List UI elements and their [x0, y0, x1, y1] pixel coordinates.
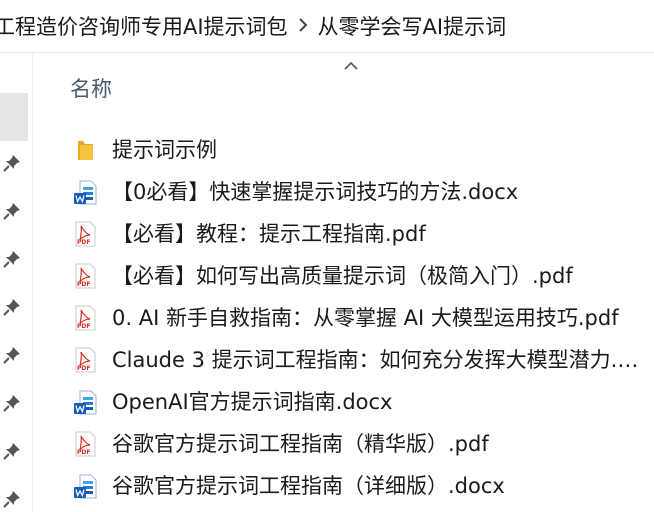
file-name: 谷歌官方提示词工程指南（精华版）.pdf: [112, 432, 489, 456]
pin-icon[interactable]: [3, 490, 21, 508]
svg-text:PDF: PDF: [77, 449, 90, 456]
list-item[interactable]: PDF 0. AI 新手自救指南：从零掌握 AI 大模型运用技巧.pdf: [33, 297, 654, 339]
breadcrumb-item-package[interactable]: 工程造价咨询师专用AI提示词包: [0, 11, 292, 41]
pdf-file-icon: PDF: [71, 220, 99, 248]
file-name: Claude 3 提示词工程指南：如何充分发挥大模型潜力.pdf: [112, 348, 640, 372]
pin-icon[interactable]: [3, 394, 21, 412]
list-item[interactable]: PDF 【必看】教程：提示工程指南.pdf: [33, 213, 654, 255]
folder-icon: [71, 136, 99, 164]
breadcrumb-item-current-folder[interactable]: 从零学会写AI提示词: [314, 11, 511, 41]
file-name: 【必看】如何写出高质量提示词（极简入门）.pdf: [112, 264, 573, 288]
word-doc-icon: [71, 178, 99, 206]
list-item[interactable]: PDF 【必看】如何写出高质量提示词（极简入门）.pdf: [33, 255, 654, 297]
chevron-right-icon[interactable]: [298, 16, 308, 37]
file-name: 提示词示例: [112, 138, 217, 162]
file-name: 【必看】教程：提示工程指南.pdf: [112, 222, 426, 246]
pin-icon[interactable]: [3, 346, 21, 364]
svg-text:PDF: PDF: [77, 239, 90, 246]
list-item[interactable]: 提示词示例: [33, 129, 654, 171]
list-item[interactable]: OpenAI官方提示词指南.docx: [33, 381, 654, 423]
chevron-up-icon: [344, 56, 358, 70]
list-item[interactable]: 【0必看】快速掌握提示词技巧的方法.docx: [33, 171, 654, 213]
list-item[interactable]: PDF Claude 3 提示词工程指南：如何充分发挥大模型潜力.pdf: [33, 339, 654, 381]
svg-text:PDF: PDF: [77, 365, 90, 372]
file-list-pane: 名称 提示词示例 【0必看】快速掌握提示词技巧的方法.docx PDF 【必看】…: [33, 53, 654, 512]
navigation-pane: [0, 53, 32, 512]
column-header-name[interactable]: 名称: [70, 73, 112, 103]
pdf-file-icon: PDF: [71, 346, 99, 374]
svg-text:PDF: PDF: [77, 323, 90, 330]
pin-icon[interactable]: [3, 154, 21, 172]
word-doc-icon: [71, 388, 99, 416]
pin-icon[interactable]: [3, 202, 21, 220]
pin-icon[interactable]: [3, 442, 21, 460]
file-name: 谷歌官方提示词工程指南（详细版）.docx: [112, 474, 505, 498]
pin-icon[interactable]: [3, 250, 21, 268]
list-item[interactable]: PDF 谷歌官方提示词工程指南（精华版）.pdf: [33, 423, 654, 465]
pdf-file-icon: PDF: [71, 304, 99, 332]
pdf-file-icon: PDF: [71, 262, 99, 290]
nav-item-selected[interactable]: [0, 93, 28, 141]
pdf-file-icon: PDF: [71, 430, 99, 458]
breadcrumb: 工程造价咨询师专用AI提示词包 从零学会写AI提示词: [0, 0, 654, 53]
file-name: 【0必看】快速掌握提示词技巧的方法.docx: [112, 180, 519, 204]
pin-icon[interactable]: [3, 298, 21, 316]
svg-text:PDF: PDF: [77, 281, 90, 288]
file-name: 0. AI 新手自救指南：从零掌握 AI 大模型运用技巧.pdf: [112, 306, 619, 330]
word-doc-icon: [71, 472, 99, 500]
list-item[interactable]: 谷歌官方提示词工程指南（详细版）.docx: [33, 465, 654, 507]
file-name: OpenAI官方提示词指南.docx: [112, 390, 393, 414]
